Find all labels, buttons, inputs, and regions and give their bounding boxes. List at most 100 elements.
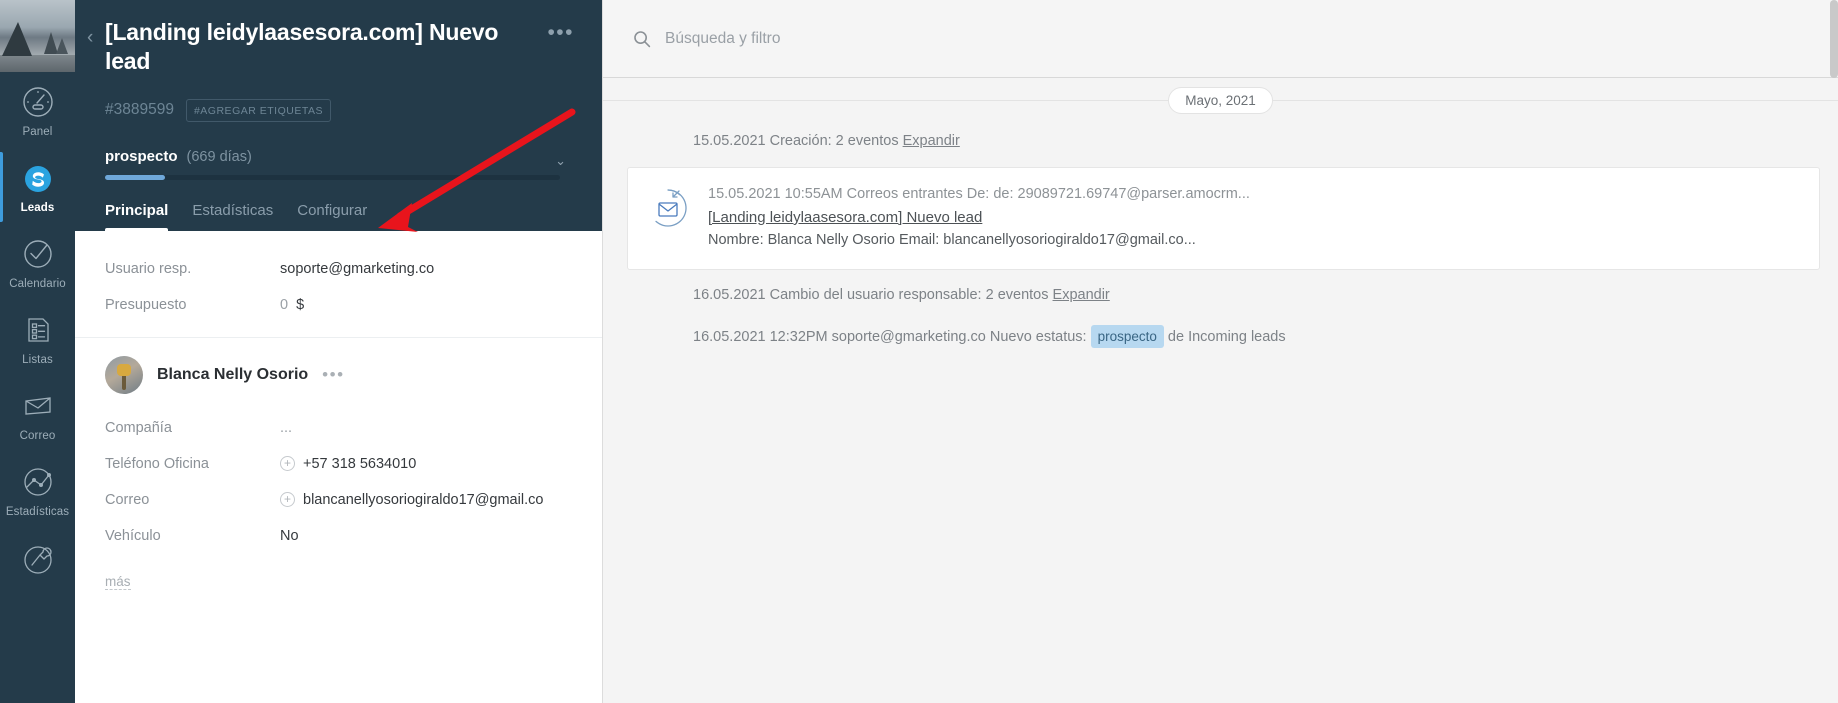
feed-entry-text: 15.05.2021 Creación: 2 eventos bbox=[693, 133, 903, 149]
field-label: Teléfono Oficina bbox=[105, 455, 209, 472]
field-presupuesto[interactable]: Presupuesto 0 $ bbox=[105, 287, 572, 323]
sidebar-item-label: Calendario bbox=[9, 278, 66, 290]
expand-link[interactable]: Expandir bbox=[1053, 287, 1110, 303]
field-label: Presupuesto bbox=[105, 296, 187, 313]
statistics-icon bbox=[20, 464, 56, 500]
avatar bbox=[105, 355, 143, 394]
field-value: soporte@gmarketing.co bbox=[280, 260, 435, 277]
mail-icon bbox=[20, 388, 56, 424]
sidebar-item-listas[interactable]: Listas bbox=[0, 300, 75, 376]
leads-icon bbox=[20, 160, 56, 196]
lead-id: #3889599 bbox=[105, 101, 174, 119]
phone-value: +57 318 5634010 bbox=[303, 455, 417, 472]
tab-principal[interactable]: Principal bbox=[105, 202, 169, 231]
calendar-check-icon bbox=[20, 236, 56, 272]
field-usuario-resp[interactable]: Usuario resp. soporte@gmarketing.co bbox=[105, 251, 572, 287]
pipeline-stage-row: prospecto (669 días) bbox=[105, 148, 574, 165]
show-more-fields-link[interactable]: más bbox=[105, 574, 131, 590]
pipeline-progress-fill bbox=[105, 174, 165, 180]
sidebar-item-label: Panel bbox=[22, 126, 53, 138]
field-telefono-oficina[interactable]: Teléfono Oficina + +57 318 5634010 bbox=[105, 446, 572, 482]
field-vehiculo[interactable]: Vehículo No bbox=[105, 518, 572, 554]
month-label: Mayo, 2021 bbox=[1168, 86, 1273, 114]
sidebar-item-calendario[interactable]: Calendario bbox=[0, 224, 75, 300]
sidebar-nav: Panel Leads Calendario Listas Correo Est… bbox=[0, 0, 75, 703]
lists-icon bbox=[20, 312, 56, 348]
contact-header: Blanca Nelly Osorio ••• bbox=[105, 355, 572, 394]
contact-card: Blanca Nelly Osorio ••• Compañía ... Tel… bbox=[75, 338, 602, 564]
activity-feed-panel: Mayo, 2021 15.05.2021 Creación: 2 evento… bbox=[602, 0, 1838, 703]
sidebar-item-label: Estadísticas bbox=[5, 506, 70, 518]
currency-symbol: $ bbox=[296, 296, 305, 313]
sidebar-item-label: Leads bbox=[20, 202, 55, 214]
lead-body: Usuario resp. soporte@gmarketing.co Pres… bbox=[75, 230, 602, 703]
sidebar-item-leads[interactable]: Leads bbox=[0, 148, 75, 224]
feed-entry-text: 16.05.2021 12:32PM soporte@gmarketing.co… bbox=[693, 328, 1091, 345]
field-label: Correo bbox=[105, 491, 150, 508]
stage-duration: (669 días) bbox=[186, 148, 252, 165]
field-label: Vehículo bbox=[105, 527, 161, 544]
field-value: No bbox=[280, 527, 299, 544]
sidebar-item-correo[interactable]: Correo bbox=[0, 376, 75, 452]
field-value: + blancanellyosoriogiraldo17@gmail.co bbox=[280, 492, 543, 508]
tools-icon bbox=[20, 540, 56, 576]
contact-name[interactable]: Blanca Nelly Osorio bbox=[157, 366, 308, 384]
cover-photo-sea-stack-2 bbox=[56, 38, 68, 54]
feed-entry-suffix: de Incoming leads bbox=[1163, 328, 1286, 345]
lead-tabs: Principal Estadísticas Configurar bbox=[105, 202, 574, 231]
email-value: blancanellyosoriogiraldo17@gmail.co bbox=[303, 491, 544, 508]
field-value: + +57 318 5634010 bbox=[280, 456, 416, 472]
email-subject-link[interactable]: [Landing leidylaasesora.com] Nuevo lead bbox=[708, 206, 982, 229]
feed-entry-text: 16.05.2021 Cambio del usuario responsabl… bbox=[693, 287, 1053, 304]
add-tags-button[interactable]: #AGREGAR ETIQUETAS bbox=[185, 98, 331, 122]
tab-estadisticas[interactable]: Estadísticas bbox=[192, 202, 273, 231]
feed-list: Mayo, 2021 15.05.2021 Creación: 2 evento… bbox=[603, 78, 1838, 703]
month-divider: Mayo, 2021 bbox=[603, 78, 1838, 122]
feed-entry-status-change: 16.05.2021 12:32PM soporte@gmarketing.co… bbox=[603, 316, 1838, 358]
expand-link[interactable]: Expandir bbox=[903, 133, 960, 149]
chevron-down-icon[interactable]: ⌄ bbox=[555, 153, 566, 169]
avatar-detail bbox=[117, 363, 131, 376]
field-compania[interactable]: Compañía ... bbox=[105, 410, 572, 446]
field-label: Usuario resp. bbox=[105, 260, 192, 277]
email-meta: 15.05.2021 10:55AM Correos entrantes De:… bbox=[708, 186, 1250, 203]
lead-id-row: #3889599 #AGREGAR ETIQUETAS bbox=[105, 98, 574, 122]
plus-icon[interactable]: + bbox=[280, 492, 295, 508]
cover-photo-shore bbox=[0, 55, 75, 72]
dashboard-icon bbox=[20, 84, 56, 120]
stage-name: prospecto bbox=[105, 147, 178, 165]
budget-amount: 0 bbox=[280, 296, 289, 313]
field-correo[interactable]: Correo + blancanellyosoriogiraldo17@gmai… bbox=[105, 482, 572, 518]
lead-fields-group: Usuario resp. soporte@gmarketing.co Pres… bbox=[75, 231, 602, 338]
incoming-mail-icon bbox=[646, 186, 690, 230]
search-input[interactable] bbox=[665, 29, 1065, 48]
amocrm-lead-screen: Panel Leads Calendario Listas Correo Est… bbox=[0, 0, 1838, 703]
pipeline-progress-bar[interactable]: ⌄ bbox=[105, 153, 566, 180]
contact-more-options-button[interactable]: ••• bbox=[322, 365, 344, 385]
feed-search-bar bbox=[603, 0, 1838, 78]
email-content: 15.05.2021 10:55AM Correos entrantes De:… bbox=[708, 184, 1801, 251]
feed-entry-creation: 15.05.2021 Creación: 2 eventos Expandir bbox=[603, 122, 1838, 161]
lead-more-options-button[interactable]: ••• bbox=[547, 18, 574, 43]
lead-header: ‹ [Landing leidylaasesora.com] Nuevo lea… bbox=[75, 0, 602, 231]
sidebar-item-label: Listas bbox=[22, 354, 53, 366]
email-snippet: Nombre: Blanca Nelly Osorio Email: blanc… bbox=[708, 232, 1196, 249]
field-label: Compañía bbox=[105, 419, 172, 436]
cover-photo-cliff bbox=[2, 22, 32, 56]
field-value: 0 $ bbox=[280, 297, 304, 313]
feed-entry-email-card[interactable]: 15.05.2021 10:55AM Correos entrantes De:… bbox=[627, 167, 1820, 271]
sidebar-item-herramientas[interactable] bbox=[0, 528, 75, 592]
vertical-scrollbar[interactable] bbox=[1830, 0, 1838, 78]
sidebar-item-panel[interactable]: Panel bbox=[0, 72, 75, 148]
back-chevron-icon[interactable]: ‹ bbox=[87, 28, 93, 47]
sidebar-item-label: Correo bbox=[19, 430, 56, 442]
plus-icon[interactable]: + bbox=[280, 456, 295, 472]
field-value: ... bbox=[280, 419, 293, 436]
workspace-cover-photo bbox=[0, 0, 75, 72]
lead-detail-panel: ‹ [Landing leidylaasesora.com] Nuevo lea… bbox=[75, 0, 602, 703]
page-title: [Landing leidylaasesora.com] Nuevo lead bbox=[105, 19, 499, 75]
tab-configurar[interactable]: Configurar bbox=[297, 202, 367, 231]
feed-entry-responsible-change: 16.05.2021 Cambio del usuario responsabl… bbox=[603, 276, 1838, 315]
search-icon bbox=[633, 30, 651, 48]
sidebar-item-estadisticas[interactable]: Estadísticas bbox=[0, 452, 75, 528]
